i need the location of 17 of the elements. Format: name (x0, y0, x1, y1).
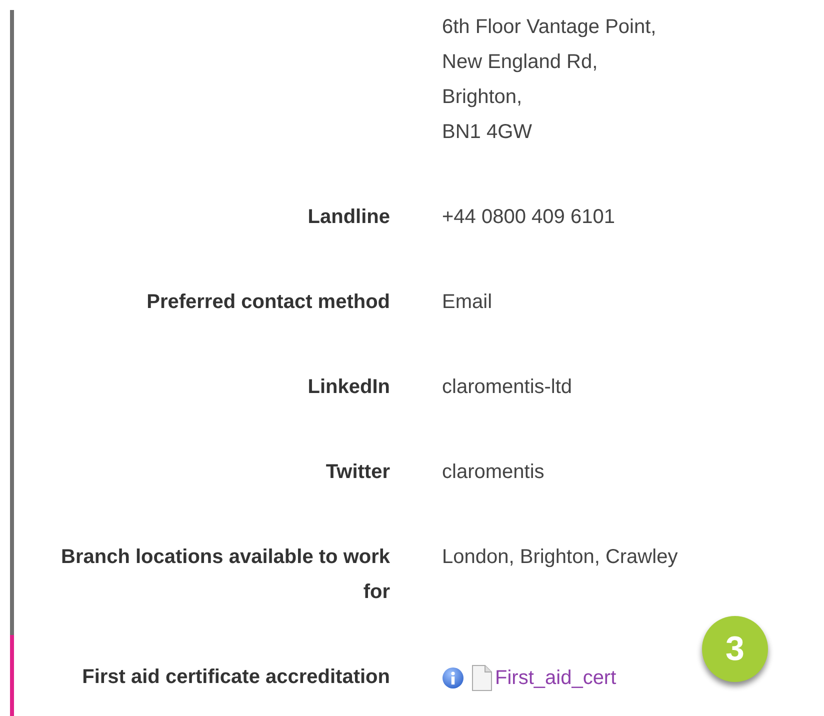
field-label: Twitter (324, 460, 390, 485)
field-label: Branch locations available to work for (60, 545, 390, 605)
field-label: Preferred contact method (146, 290, 390, 315)
field-value: BN1 4GW (442, 120, 534, 145)
step-badge: 3 (702, 616, 768, 682)
field-value: New England Rd, (442, 50, 599, 75)
field-value: 6th Floor Vantage Point, (442, 15, 656, 40)
file-link[interactable]: First_aid_cert (495, 662, 616, 692)
field-label: Landline (306, 205, 390, 230)
field-label: LinkedIn (306, 375, 390, 400)
field-label: First aid certificate accreditation (81, 665, 390, 690)
field-value: Email (442, 290, 492, 315)
field-value: Brighton, (442, 85, 524, 110)
field-value: London, Brighton, Crawley (442, 545, 678, 570)
field-value: claromentis (442, 460, 544, 485)
field-value: +44 0800 409 6101 (442, 205, 615, 230)
field-value: claromentis-ltd (442, 375, 572, 400)
